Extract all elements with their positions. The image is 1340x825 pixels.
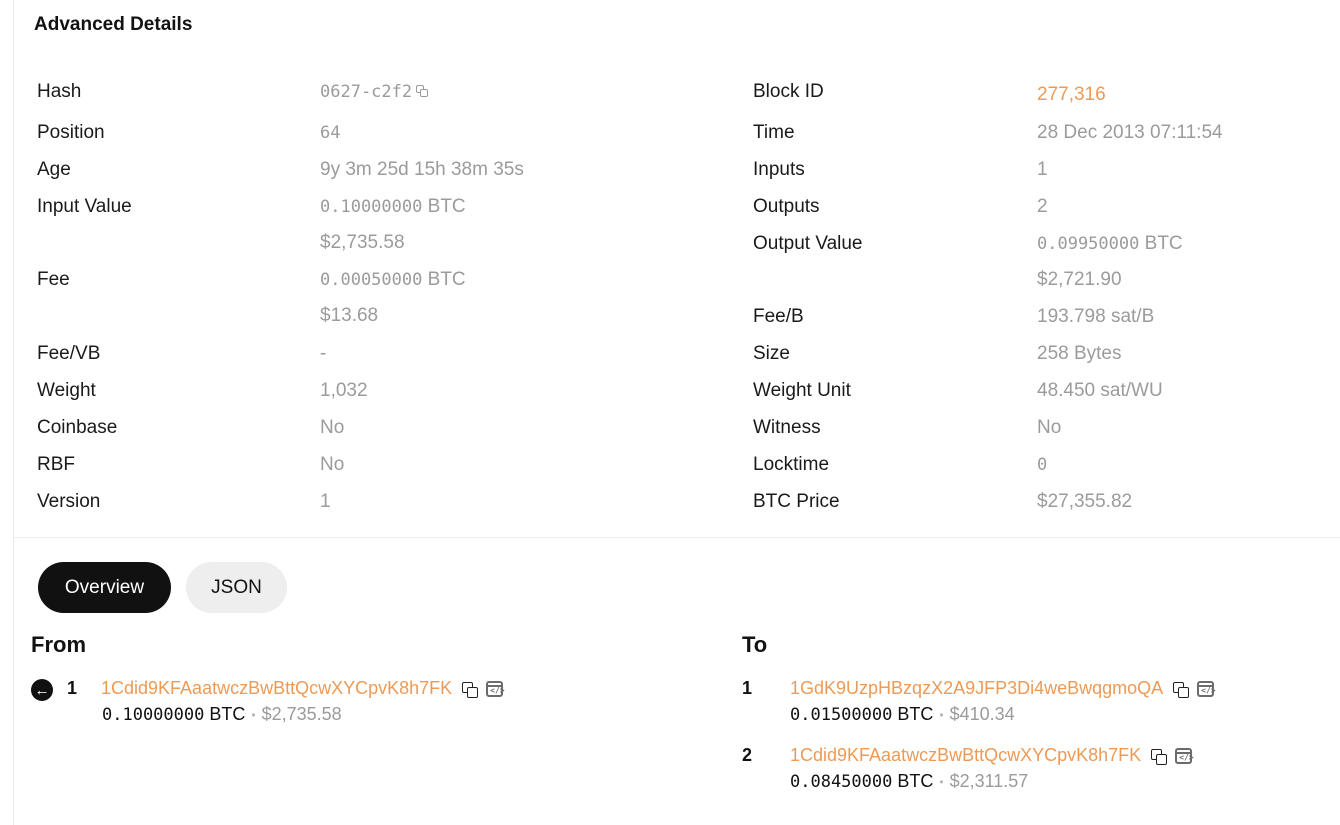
output-value-btc: 0.09950000 BTC bbox=[1037, 233, 1183, 254]
btc-price-label: BTC Price bbox=[753, 491, 840, 512]
divider bbox=[14, 537, 1340, 538]
fee-vb-value: - bbox=[320, 343, 327, 364]
version-label: Version bbox=[37, 491, 101, 512]
from-title: From bbox=[31, 632, 86, 657]
locktime-label: Locktime bbox=[753, 454, 830, 475]
address-link[interactable]: 1Cdid9KFAaatwczBwBttQcwXYCpvK8h7FK bbox=[790, 745, 1141, 766]
time-label: Time bbox=[753, 122, 795, 143]
version-value: 1 bbox=[320, 491, 331, 512]
fee-vb-label: Fee/VB bbox=[37, 343, 101, 364]
fee-b-value: 193.798 sat/B bbox=[1037, 306, 1155, 327]
weight-unit-label: Weight Unit bbox=[753, 380, 851, 401]
rbf-label: RBF bbox=[37, 454, 75, 475]
to-item-address[interactable]: 1Cdid9KFAaatwczBwBttQcwXYCpvK8h7FK </> bbox=[790, 745, 1194, 766]
block-id-link[interactable]: 277,316 bbox=[1037, 84, 1106, 106]
hash-value[interactable]: 0627-c2f2 bbox=[320, 81, 430, 103]
address-link[interactable]: 1GdK9UzpHBzqzX2A9JFP3Di4weBwqgmoQA bbox=[790, 678, 1163, 699]
input-value-usd: $2,735.58 bbox=[320, 232, 405, 253]
to-item-index: 1 bbox=[742, 678, 753, 698]
section-title: Advanced Details bbox=[34, 14, 193, 35]
weight-unit-value: 48.450 sat/WU bbox=[1037, 380, 1163, 401]
copy-icon[interactable] bbox=[1151, 748, 1168, 765]
witness-label: Witness bbox=[753, 417, 821, 438]
code-icon[interactable]: </> bbox=[1175, 747, 1194, 764]
code-icon[interactable]: </> bbox=[1197, 680, 1216, 697]
size-value: 258 Bytes bbox=[1037, 343, 1122, 364]
position-value: 64 bbox=[320, 123, 341, 143]
weight-label: Weight bbox=[37, 380, 96, 401]
weight-value: 1,032 bbox=[320, 380, 368, 401]
input-value-btc: 0.10000000 BTC bbox=[320, 196, 466, 217]
age-label: Age bbox=[37, 159, 71, 180]
fee-usd: $13.68 bbox=[320, 305, 379, 326]
outputs-label: Outputs bbox=[753, 196, 820, 217]
arrow-left-circle-icon: ← bbox=[31, 679, 53, 701]
rbf-value: No bbox=[320, 454, 345, 475]
address-link[interactable]: 1Cdid9KFAaatwczBwBttQcwXYCpvK8h7FK bbox=[101, 678, 452, 699]
hash-label: Hash bbox=[37, 81, 82, 102]
to-title: To bbox=[742, 632, 768, 657]
copy-icon[interactable] bbox=[1173, 681, 1190, 698]
outputs-value: 2 bbox=[1037, 196, 1048, 217]
inputs-label: Inputs bbox=[753, 159, 805, 180]
code-icon[interactable]: </> bbox=[486, 680, 505, 697]
time-value: 28 Dec 2013 07:11:54 bbox=[1037, 122, 1223, 143]
copy-icon[interactable] bbox=[416, 84, 430, 99]
to-item-amount: 0.08450000 BTC • $2,311.57 bbox=[790, 771, 1029, 792]
output-value-usd: $2,721.90 bbox=[1037, 269, 1122, 290]
coinbase-label: Coinbase bbox=[37, 417, 118, 438]
age-value: 9y 3m 25d 15h 38m 35s bbox=[320, 159, 524, 180]
fee-btc: 0.00050000 BTC bbox=[320, 269, 466, 290]
witness-value: No bbox=[1037, 417, 1062, 438]
fee-label: Fee bbox=[37, 269, 70, 290]
output-value-label: Output Value bbox=[753, 233, 863, 254]
tab-overview[interactable]: Overview bbox=[38, 562, 171, 613]
to-item-amount: 0.01500000 BTC • $410.34 bbox=[790, 704, 1015, 725]
input-value-label: Input Value bbox=[37, 196, 132, 217]
btc-price-value: $27,355.82 bbox=[1037, 491, 1133, 512]
from-item-address[interactable]: 1Cdid9KFAaatwczBwBttQcwXYCpvK8h7FK </> bbox=[101, 678, 505, 699]
locktime-value: 0 bbox=[1037, 455, 1048, 475]
coinbase-value: No bbox=[320, 417, 345, 438]
inputs-value: 1 bbox=[1037, 159, 1048, 180]
from-item-index: 1 bbox=[67, 678, 78, 698]
to-item-address[interactable]: 1GdK9UzpHBzqzX2A9JFP3Di4weBwqgmoQA </> bbox=[790, 678, 1216, 699]
from-item-amount: 0.10000000 BTC • $2,735.58 bbox=[102, 704, 342, 725]
block-id-label: Block ID bbox=[753, 81, 824, 102]
size-label: Size bbox=[753, 343, 790, 364]
tab-json[interactable]: JSON bbox=[186, 562, 287, 613]
fee-b-label: Fee/B bbox=[753, 306, 804, 327]
copy-icon[interactable] bbox=[462, 681, 479, 698]
to-item-index: 2 bbox=[742, 745, 753, 765]
position-label: Position bbox=[37, 122, 105, 143]
